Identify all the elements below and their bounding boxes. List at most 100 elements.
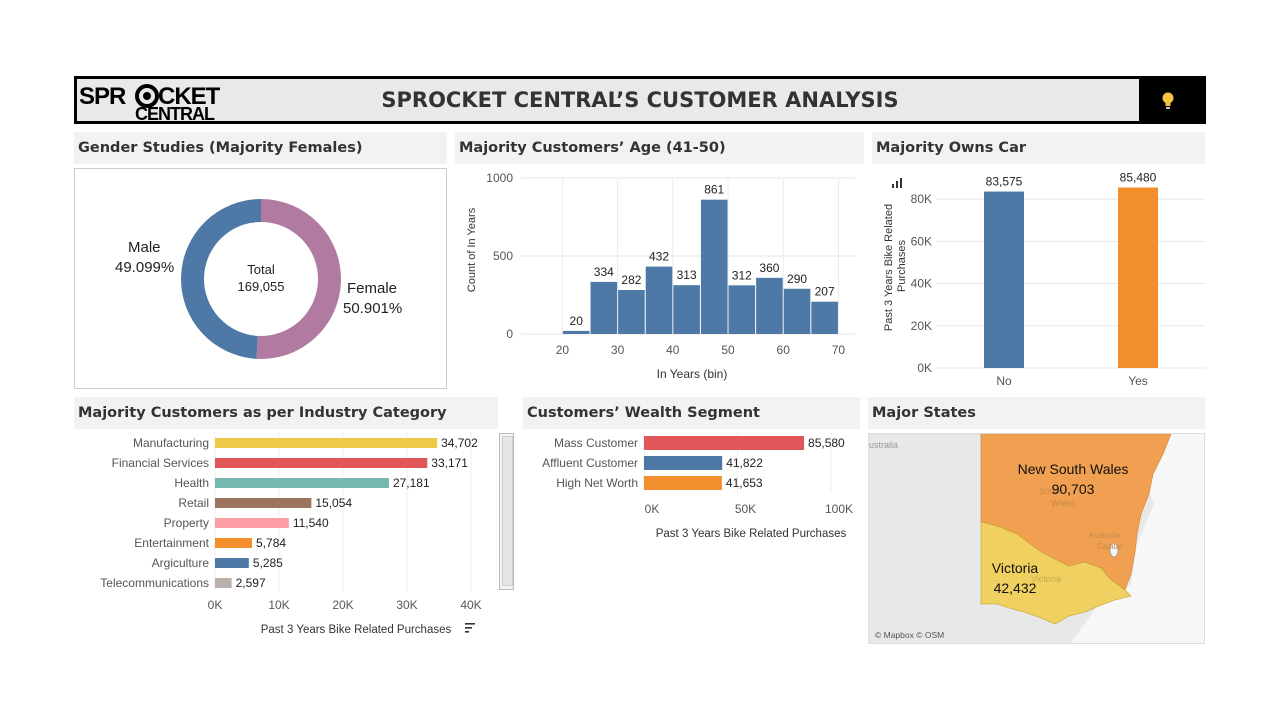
industry-x-tick-label: 20K xyxy=(332,598,353,612)
gender-donut-chart: Total 169,055 Male 49.099% Female 50.901… xyxy=(115,199,402,359)
age-y-tick-label: 1000 xyxy=(486,171,513,185)
age-bar[interactable] xyxy=(562,330,590,334)
age-bar-label: 207 xyxy=(815,285,835,299)
car-y-tick-label: 20K xyxy=(911,319,932,333)
industry-bar-label: 34,702 xyxy=(441,436,478,450)
age-y-tick-label: 0 xyxy=(506,327,513,341)
nsw-value-label: 90,703 xyxy=(1052,481,1095,497)
dashboard-header: SPR CKET CENTRAL SPROCKET CENTRAL’S CUST… xyxy=(74,76,1206,124)
wealth-bar-chart: 0K 50K 100K Mass Customer 85,580 Affluent Cus… xyxy=(542,432,853,540)
map-canvas: ustralia South Wales Australia Capital V… xyxy=(869,434,1204,643)
age-bar-label: 861 xyxy=(704,183,724,197)
car-y-tick-label: 80K xyxy=(911,192,932,206)
age-histogram: 0 500 1000 20 30 40 50 60 70 20 334 282 432 313 861 312… xyxy=(466,171,855,381)
car-y-tick-label: 40K xyxy=(911,277,932,291)
gender-panel-title: Gender Studies (Majority Females) xyxy=(74,132,447,164)
lightbulb-button[interactable] xyxy=(1139,79,1203,121)
age-panel-title: Majority Customers’ Age (41-50) xyxy=(455,132,864,164)
industry-category-label: Financial Services xyxy=(112,456,209,470)
car-y-axis-title: Past 3 Years Bike Related Purchases xyxy=(883,201,908,331)
industry-category-label: Argiculture xyxy=(152,556,210,570)
age-bar-label: 312 xyxy=(732,268,752,282)
industry-bar[interactable] xyxy=(215,558,249,568)
age-bar[interactable] xyxy=(783,288,811,334)
car-bar-label: 85,480 xyxy=(1120,171,1157,185)
age-x-tick-label: 30 xyxy=(611,343,625,357)
industry-category-label: Entertainment xyxy=(134,536,209,550)
nsw-name-label: New South Wales xyxy=(1018,461,1129,477)
car-panel-title: Majority Owns Car xyxy=(872,132,1205,164)
wealth-category-label: High Net Worth xyxy=(556,476,638,490)
age-bar-label: 360 xyxy=(759,261,779,275)
industry-bar[interactable] xyxy=(215,518,289,528)
map-bg-label-act-1: Australia xyxy=(1089,531,1121,540)
industry-bar-label: 11,540 xyxy=(293,516,329,530)
industry-scrollbar[interactable] xyxy=(499,433,514,590)
map-attribution: © Mapbox © OSM xyxy=(875,630,944,640)
age-x-axis-title: In Years (bin) xyxy=(657,367,728,381)
age-bar[interactable] xyxy=(618,290,645,334)
car-y-axis-title-line-2: Purchases xyxy=(896,240,908,292)
age-bar-label: 290 xyxy=(787,272,807,286)
wealth-bar[interactable] xyxy=(644,436,805,450)
map-bg-label-act-2: Capital xyxy=(1097,542,1122,551)
industry-bar-label: 15,054 xyxy=(315,496,352,510)
wealth-x-tick-label: 100K xyxy=(825,502,853,516)
age-bar[interactable] xyxy=(673,285,700,334)
car-y-tick-label: 60K xyxy=(911,234,932,248)
map-bg-label-wales: Wales xyxy=(1051,498,1076,508)
age-bar[interactable] xyxy=(645,266,673,334)
male-percentage: 49.099% xyxy=(115,259,174,276)
industry-panel-title: Majority Customers as per Industry Categ… xyxy=(74,397,498,429)
car-bar-no[interactable] xyxy=(984,191,1024,368)
age-x-tick-label: 60 xyxy=(777,343,791,357)
age-x-tick-label: 40 xyxy=(666,343,680,357)
vic-name-label: Victoria xyxy=(992,560,1039,576)
industry-bar[interactable] xyxy=(215,478,389,488)
age-bar[interactable] xyxy=(700,199,728,334)
industry-bars xyxy=(215,438,438,588)
industry-x-tick-label: 30K xyxy=(396,598,417,612)
industry-bar-label: 2,597 xyxy=(236,576,266,590)
age-bar[interactable] xyxy=(811,301,838,334)
donut-total-label: Total xyxy=(247,262,275,277)
gender-panel: Total 169,055 Male 49.099% Female 50.901… xyxy=(74,168,447,389)
car-x-tick-label: Yes xyxy=(1128,374,1148,388)
age-bar[interactable] xyxy=(590,281,618,334)
car-bar-chart: 0K 20K 40K 60K 80K 83,575 No 85,480 Yes Past 3 Y… xyxy=(883,171,1205,388)
wealth-bar[interactable] xyxy=(644,456,723,470)
scrollbar-thumb[interactable] xyxy=(502,436,513,586)
wealth-bar-label: 41,653 xyxy=(726,476,763,490)
industry-bar[interactable] xyxy=(215,498,312,508)
industry-bar[interactable] xyxy=(215,438,438,448)
states-map[interactable]: ustralia South Wales Australia Capital V… xyxy=(868,433,1205,644)
car-bar-yes[interactable] xyxy=(1118,187,1158,368)
dashboard-title: SPROCKET CENTRAL’S CUSTOMER ANALYSIS xyxy=(381,88,899,112)
wealth-bars xyxy=(644,436,805,490)
industry-bar[interactable] xyxy=(215,458,428,468)
age-bar-label: 20 xyxy=(570,314,584,328)
industry-bar-label: 33,171 xyxy=(431,456,468,470)
wealth-bar[interactable] xyxy=(644,476,722,490)
age-bar-label: 313 xyxy=(677,268,697,282)
wealth-panel-title: Customers’ Wealth Segment xyxy=(523,397,860,429)
age-x-tick-label: 70 xyxy=(832,343,846,357)
industry-bar[interactable] xyxy=(215,578,232,588)
industry-bar-label: 5,285 xyxy=(253,556,283,570)
sort-icon[interactable] xyxy=(465,623,475,633)
car-y-axis-title-line-1: Past 3 Years Bike Related xyxy=(883,204,895,331)
age-bar[interactable] xyxy=(756,277,783,334)
age-x-tick-label: 50 xyxy=(721,343,735,357)
industry-category-label: Retail xyxy=(178,496,209,510)
age-bar-label: 334 xyxy=(594,265,614,279)
industry-x-tick-label: 10K xyxy=(268,598,289,612)
industry-category-label: Property xyxy=(164,516,209,530)
industry-category-label: Health xyxy=(174,476,209,490)
car-grid xyxy=(936,198,1205,369)
industry-bar[interactable] xyxy=(215,538,253,548)
bar-chart-icon[interactable] xyxy=(892,178,902,188)
industry-x-axis-title: Past 3 Years Bike Related Purchases xyxy=(261,624,452,636)
age-bar[interactable] xyxy=(728,285,756,334)
industry-category-label: Manufacturing xyxy=(133,436,209,450)
car-y-tick-label: 0K xyxy=(917,361,932,375)
